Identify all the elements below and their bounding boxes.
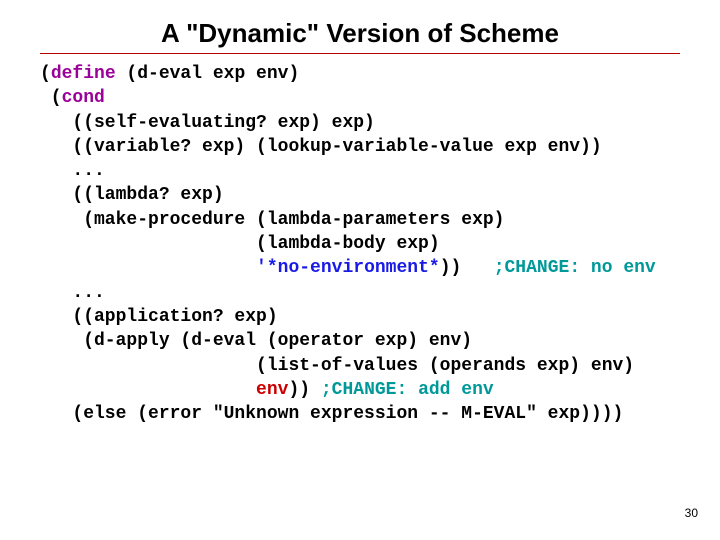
code-line: ((self-evaluating? exp) exp) [40, 113, 375, 133]
code-line: (list-of-values (operands exp) env) [40, 356, 634, 376]
code-line: ((lambda? exp) [40, 185, 224, 205]
code-line: (lambda-body exp) [40, 234, 440, 254]
code-line: ... [40, 161, 105, 181]
code-line: (make-procedure (lambda-parameters exp) [40, 210, 504, 230]
code-line: (d-apply (d-eval (operator exp) env) [40, 331, 472, 351]
t [40, 380, 256, 400]
code-line: ((application? exp) [40, 307, 278, 327]
t: ( [40, 88, 62, 108]
slide-title: A "Dynamic" Version of Scheme [40, 18, 680, 49]
code-change-2: env [256, 380, 288, 400]
comment-change-2: ;CHANGE: add env [321, 380, 494, 400]
slide: A "Dynamic" Version of Scheme (define (d… [0, 0, 720, 540]
t: ( [40, 64, 51, 84]
title-underline [40, 53, 680, 54]
keyword-cond: cond [62, 88, 105, 108]
t [40, 258, 256, 278]
code-line: ... [40, 283, 105, 303]
keyword-define: define [51, 64, 116, 84]
t: (d-eval exp env) [116, 64, 300, 84]
code-line: (else (error "Unknown expression -- M-EV… [40, 404, 623, 424]
code-line: ((variable? exp) (lookup-variable-value … [40, 137, 602, 157]
comment-change-1: ;CHANGE: no env [494, 258, 656, 278]
t: )) [288, 380, 320, 400]
t: )) [440, 258, 494, 278]
code-block: (define (d-eval exp env) (cond ((self-ev… [40, 62, 720, 426]
page-number: 30 [685, 506, 698, 520]
code-change-1: '*no-environment* [256, 258, 440, 278]
